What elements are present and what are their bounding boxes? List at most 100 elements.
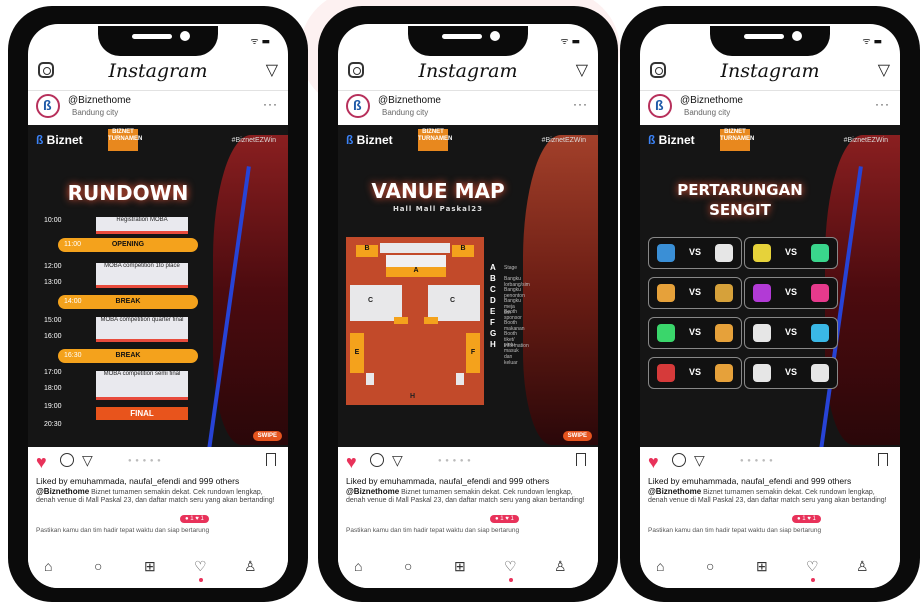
hashtag: #BiznetEZWin <box>843 137 888 144</box>
time-label: 15:00 <box>44 317 62 324</box>
search-icon[interactable]: ○ <box>706 558 714 574</box>
time-label: 16:00 <box>44 333 62 340</box>
heart-icon[interactable]: ♡ <box>194 558 207 575</box>
bookmark-icon[interactable] <box>266 453 276 466</box>
post-image[interactable]: ß Biznet BIZNET TURNAMEN #BiznetEZWin PE… <box>640 125 900 447</box>
post-title: PERTARUNGAN <box>677 181 803 199</box>
heart-icon[interactable]: ♡ <box>806 558 819 575</box>
username[interactable]: @Biznethome <box>378 95 441 106</box>
home-icon[interactable]: ⌂ <box>656 558 664 574</box>
map-zone-a: A <box>386 255 446 277</box>
instagram-screen: ᯤ ▬ Instagram ▽ ß @Biznethome Bandung ci… <box>338 24 598 588</box>
post-title: VANUE MAP <box>371 179 505 203</box>
send-icon[interactable]: ▽ <box>878 60 890 80</box>
home-icon[interactable]: ⌂ <box>44 558 52 574</box>
search-icon[interactable]: ○ <box>404 558 412 574</box>
add-icon[interactable]: ⊞ <box>756 558 768 575</box>
bookmark-icon[interactable] <box>878 453 888 466</box>
map-zone-d <box>424 317 438 324</box>
home-icon[interactable]: ⌂ <box>354 558 362 574</box>
heart-icon[interactable]: ♥ <box>36 452 47 473</box>
username[interactable]: @Biznethome <box>68 95 131 106</box>
share-icon[interactable]: ▽ <box>392 452 403 469</box>
search-icon[interactable]: ○ <box>94 558 102 574</box>
likes-text[interactable]: Liked by emuhammada, naufal_efendi and 9… <box>648 476 851 486</box>
likes-text[interactable]: Liked by emuhammada, naufal_efendi and 9… <box>346 476 549 486</box>
post-header: ß @Biznethome Bandung city ··· <box>640 90 900 126</box>
avatar[interactable]: ß <box>346 94 370 118</box>
profile-icon[interactable]: ♙ <box>554 558 567 575</box>
map-zone-g <box>366 373 374 385</box>
bookmark-icon[interactable] <box>576 453 586 466</box>
biznet-logo: ß Biznet <box>648 133 695 147</box>
avatar[interactable]: ß <box>36 94 60 118</box>
map-zone-g <box>456 373 464 385</box>
notification-badge[interactable]: ● 1 ♥ 1 <box>180 515 209 523</box>
map-zone-b: B <box>356 245 378 257</box>
heart-icon[interactable]: ♡ <box>504 558 517 575</box>
top-bar: Instagram ▽ <box>640 58 900 88</box>
map-zone-c <box>350 285 402 321</box>
heart-icon[interactable]: ♥ <box>346 452 357 473</box>
match-card: VS <box>744 357 838 389</box>
likes-text[interactable]: Liked by emuhammada, naufal_efendi and 9… <box>36 476 239 486</box>
heart-icon[interactable]: ♥ <box>648 452 659 473</box>
comment-icon[interactable] <box>370 453 384 467</box>
profile-icon[interactable]: ♙ <box>856 558 869 575</box>
add-icon[interactable]: ⊞ <box>454 558 466 575</box>
location[interactable]: Bandung city <box>684 108 730 117</box>
send-icon[interactable]: ▽ <box>266 60 278 80</box>
comment-preview[interactable]: Pastikan kamu dan tim hadir tepat waktu … <box>36 527 209 534</box>
schedule-bar: 14:00 BREAK <box>58 295 198 309</box>
more-icon[interactable]: ··· <box>875 97 890 111</box>
share-icon[interactable]: ▽ <box>694 452 705 469</box>
hashtag: #BiznetEZWin <box>541 137 586 144</box>
more-icon[interactable]: ··· <box>263 97 278 111</box>
instagram-screen: ᯤ ▬ Instagram ▽ ß @Biznethome Bandung ci… <box>640 24 900 588</box>
carousel-dots: ● ● ● ● ● <box>740 458 774 464</box>
send-icon[interactable]: ▽ <box>576 60 588 80</box>
team-logo <box>811 324 829 342</box>
notification-badge[interactable]: ● 1 ♥ 1 <box>490 515 519 523</box>
notification-badge[interactable]: ● 1 ♥ 1 <box>792 515 821 523</box>
bottom-nav: ⌂ ○ ⊞ ♡ ♙ <box>28 546 288 588</box>
team-logo <box>811 284 829 302</box>
profile-icon[interactable]: ♙ <box>244 558 257 575</box>
more-icon[interactable]: ··· <box>573 97 588 111</box>
username[interactable]: @Biznethome <box>680 95 743 106</box>
biznet-logo: ß Biznet <box>346 133 393 147</box>
swipe-badge: SWIPE <box>252 431 282 441</box>
map-block <box>380 243 450 253</box>
match-card: VS <box>648 317 742 349</box>
time-label: 10:00 <box>44 217 62 224</box>
comment-preview[interactable]: Pastikan kamu dan tim hadir tepat waktu … <box>648 527 821 534</box>
carousel-dots: ● ● ● ● ● <box>438 458 472 464</box>
location[interactable]: Bandung city <box>382 108 428 117</box>
app-title: Instagram <box>108 60 208 82</box>
biznet-logo: ß Biznet <box>36 133 83 147</box>
comment-icon[interactable] <box>672 453 686 467</box>
match-card: VS <box>744 237 838 269</box>
add-icon[interactable]: ⊞ <box>144 558 156 575</box>
schedule-bar: 16:30 BREAK <box>58 349 198 363</box>
map-zone-b: B <box>452 245 474 257</box>
comment-preview[interactable]: Pastikan kamu dan tim hadir tepat waktu … <box>346 527 519 534</box>
schedule-item: MOBA competition quarter final <box>96 317 188 342</box>
phone-2: ᯤ ▬ Instagram ▽ ß @Biznethome Bandung ci… <box>318 6 618 602</box>
share-icon[interactable]: ▽ <box>82 452 93 469</box>
match-card: VS <box>744 277 838 309</box>
post-title-line2: SENGIT <box>709 201 771 219</box>
location[interactable]: Bandung city <box>72 108 118 117</box>
swipe-badge: SWIPE <box>562 431 592 441</box>
match-card: VS <box>648 237 742 269</box>
schedule-item: Registration MOBA <box>96 217 188 234</box>
comment-icon[interactable] <box>60 453 74 467</box>
team-logo <box>715 364 733 382</box>
team-logo <box>811 244 829 262</box>
post-image[interactable]: ß Biznet BIZNET TURNAMEN #BiznetEZWin VA… <box>338 125 598 447</box>
map-zone-f: F <box>466 333 480 373</box>
team-logo <box>715 284 733 302</box>
time-label: 12:00 <box>44 263 62 270</box>
avatar[interactable]: ß <box>648 94 672 118</box>
post-image[interactable]: ß Biznet BIZNET TURNAMEN #BiznetEZWin RU… <box>28 125 288 447</box>
